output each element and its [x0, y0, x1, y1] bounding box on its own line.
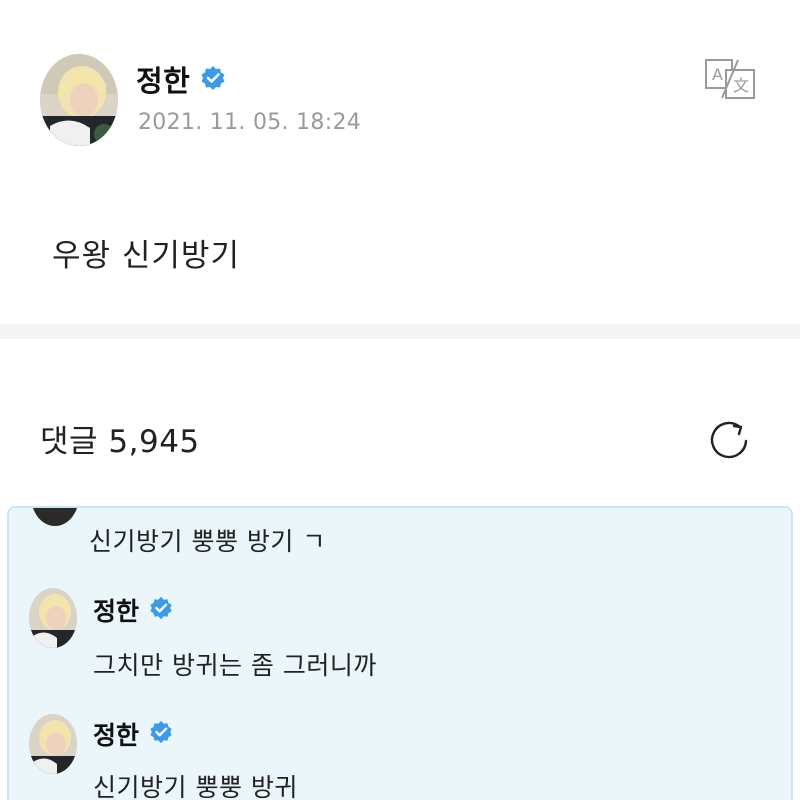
author-avatar[interactable] [40, 54, 118, 146]
refresh-icon[interactable] [706, 418, 752, 464]
reply-text: 신기방기 뿡뿡 방귀 [93, 773, 298, 800]
verified-badge-icon [150, 596, 172, 620]
post-header: 정한 2021. 11. 05. 18:24 A 文 [40, 54, 760, 150]
comment-text: 신기방기 뿡뿡 방기 ㄱ [89, 527, 326, 556]
post-body-text: 우왕 신기방기 [52, 238, 240, 274]
svg-text:文: 文 [733, 76, 749, 95]
section-divider [0, 324, 800, 339]
reply-text: 그치만 방귀는 좀 그러니까 [93, 651, 377, 680]
svg-text:A: A [712, 65, 723, 84]
reply-author-name[interactable]: 정한 [93, 716, 139, 752]
post-detail-screen: 정한 2021. 11. 05. 18:24 A 文 우왕 신기방기 댓글 5,… [0, 0, 800, 800]
reply-author-name[interactable]: 정한 [93, 592, 139, 628]
reply-author-avatar[interactable] [29, 714, 77, 774]
verified-badge-icon [150, 720, 172, 744]
post-timestamp: 2021. 11. 05. 18:24 [138, 110, 362, 135]
comment-thread: 신기방기 뿡뿡 방기 ㄱ 정한 그치만 방귀는 좀 그러니까 정한 신기방기 뿡… [7, 506, 793, 800]
verified-badge-icon [201, 66, 225, 90]
reply-author-avatar[interactable] [29, 588, 77, 648]
author-name[interactable]: 정한 [136, 58, 190, 100]
translate-icon[interactable]: A 文 [704, 58, 758, 100]
comments-count-label: 댓글 5,945 [40, 424, 200, 460]
commenter-avatar[interactable] [31, 508, 79, 526]
